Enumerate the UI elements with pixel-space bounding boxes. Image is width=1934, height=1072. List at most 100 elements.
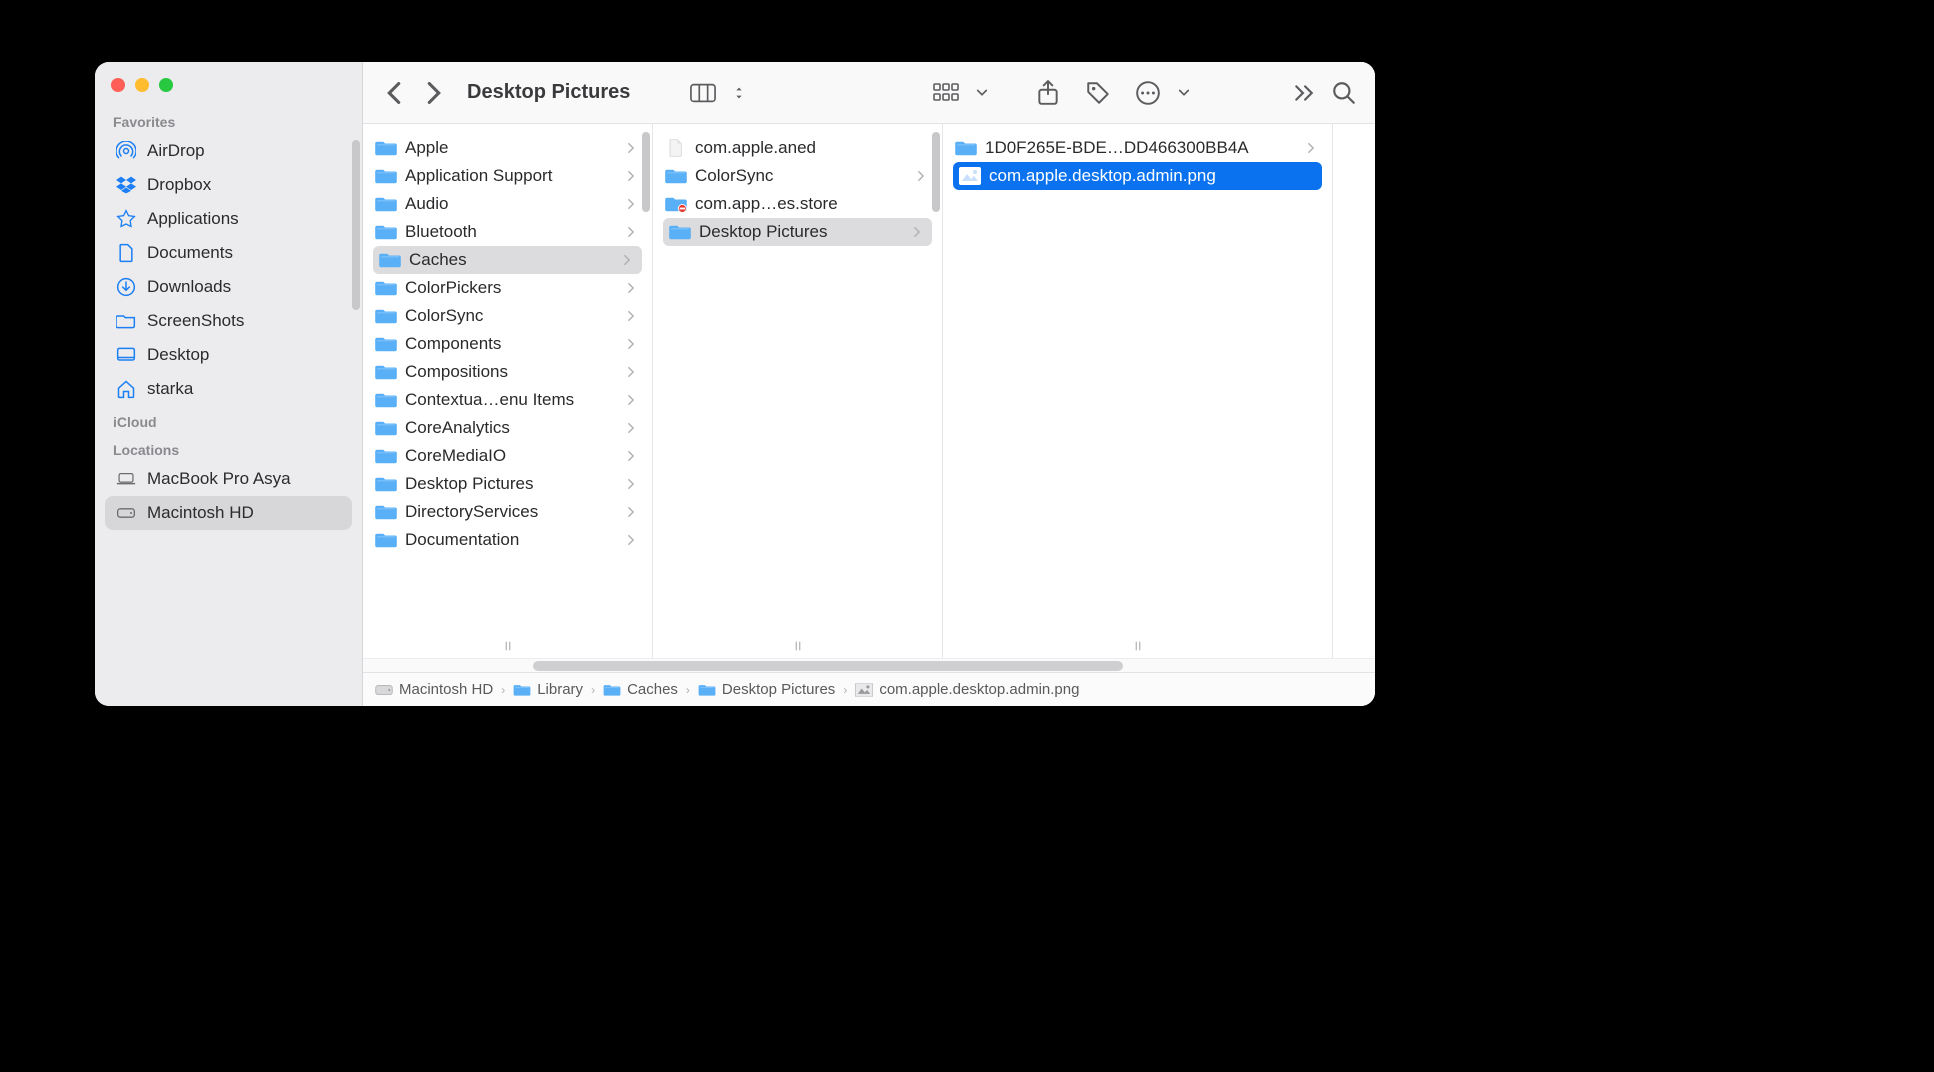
breadcrumb-separator: › bbox=[501, 683, 505, 697]
breadcrumb-item[interactable]: com.apple.desktop.admin.png bbox=[855, 681, 1079, 698]
close-window-button[interactable] bbox=[111, 78, 125, 92]
chevron-right-icon bbox=[626, 143, 640, 153]
folder-icon bbox=[669, 222, 691, 242]
column: com.apple.anedColorSynccom.app…es.storeD… bbox=[653, 124, 943, 658]
chevron-down-icon bbox=[965, 76, 999, 110]
more-actions-button[interactable] bbox=[1131, 76, 1201, 110]
file-row-label: 1D0F265E-BDE…DD466300BB4A bbox=[985, 138, 1298, 158]
sidebar-item-screenshots[interactable]: ScreenShots bbox=[105, 304, 352, 338]
sidebar-item-desktop[interactable]: Desktop bbox=[105, 338, 352, 372]
file-row-label: CoreMediaIO bbox=[405, 446, 618, 466]
file-row[interactable]: Audio bbox=[363, 190, 652, 218]
sidebar-item-starka[interactable]: starka bbox=[105, 372, 352, 406]
tags-button[interactable] bbox=[1081, 76, 1115, 110]
chevron-right-icon bbox=[626, 479, 640, 489]
search-button[interactable] bbox=[1327, 76, 1361, 110]
breadcrumb-item[interactable]: Caches bbox=[603, 681, 678, 698]
file-row-label: Caches bbox=[409, 250, 614, 270]
dropbox-icon bbox=[115, 174, 137, 196]
chevron-down-icon bbox=[1167, 76, 1201, 110]
file-row[interactable]: Bluetooth bbox=[363, 218, 652, 246]
folder-icon bbox=[375, 334, 397, 354]
breadcrumb-item[interactable]: Library bbox=[513, 681, 583, 698]
sidebar-item-macbook-pro-asya[interactable]: MacBook Pro Asya bbox=[105, 462, 352, 496]
sidebar-item-airdrop[interactable]: AirDrop bbox=[105, 134, 352, 168]
file-row[interactable]: Desktop Pictures bbox=[663, 218, 932, 246]
sidebar-item-label: Desktop bbox=[147, 345, 209, 365]
file-row[interactable]: 1D0F265E-BDE…DD466300BB4A bbox=[943, 134, 1332, 162]
breadcrumb-label: Desktop Pictures bbox=[722, 681, 835, 698]
folder-icon bbox=[375, 194, 397, 214]
column-resize-handle[interactable] bbox=[943, 640, 1332, 654]
file-row[interactable]: Contextua…enu Items bbox=[363, 386, 652, 414]
minimize-window-button[interactable] bbox=[135, 78, 149, 92]
file-row[interactable]: ColorSync bbox=[363, 302, 652, 330]
downloads-icon bbox=[115, 276, 137, 298]
folder-icon bbox=[375, 530, 397, 550]
chevron-right-icon bbox=[626, 423, 640, 433]
file-row[interactable]: Caches bbox=[373, 246, 642, 274]
file-row[interactable]: Desktop Pictures bbox=[363, 470, 652, 498]
column: 1D0F265E-BDE…DD466300BB4A com.apple.deskt… bbox=[943, 124, 1333, 658]
documents-icon bbox=[115, 242, 137, 264]
file-row[interactable]: Apple bbox=[363, 134, 652, 162]
folder-icon bbox=[698, 682, 716, 698]
sidebar-item-dropbox[interactable]: Dropbox bbox=[105, 168, 352, 202]
breadcrumb-separator: › bbox=[591, 683, 595, 697]
file-row-label: ColorPickers bbox=[405, 278, 618, 298]
sidebar-item-macintosh-hd[interactable]: Macintosh HD bbox=[105, 496, 352, 530]
file-row[interactable]: ColorSync bbox=[653, 162, 942, 190]
file-row[interactable]: Application Support bbox=[363, 162, 652, 190]
chevron-right-icon bbox=[626, 199, 640, 209]
back-button[interactable] bbox=[377, 76, 411, 110]
sidebar-item-applications[interactable]: Applications bbox=[105, 202, 352, 236]
folder-icon bbox=[375, 418, 397, 438]
column-scrollbar[interactable] bbox=[642, 132, 650, 212]
file-row[interactable]: CoreMediaIO bbox=[363, 442, 652, 470]
overflow-button[interactable] bbox=[1287, 76, 1321, 110]
laptop-icon bbox=[115, 468, 137, 490]
file-row[interactable]: DirectoryServices bbox=[363, 498, 652, 526]
path-bar: Macintosh HD›Library›Caches›Desktop Pict… bbox=[363, 672, 1375, 706]
file-row[interactable]: ColorPickers bbox=[363, 274, 652, 302]
column-scrollbar[interactable] bbox=[932, 132, 940, 212]
file-row[interactable]: Components bbox=[363, 330, 652, 358]
applications-icon bbox=[115, 208, 137, 230]
view-mode-button[interactable] bbox=[686, 76, 756, 110]
folder-icon bbox=[603, 682, 621, 698]
breadcrumb-item[interactable]: Desktop Pictures bbox=[698, 681, 835, 698]
column: AppleApplication SupportAudioBluetooth Ca… bbox=[363, 124, 653, 658]
horizontal-scrollbar[interactable] bbox=[363, 658, 1375, 672]
chevron-right-icon bbox=[626, 507, 640, 517]
sidebar-item-label: AirDrop bbox=[147, 141, 205, 161]
chevron-right-icon bbox=[626, 367, 640, 377]
folder-icon bbox=[375, 306, 397, 326]
file-row-label: Documentation bbox=[405, 530, 618, 550]
file-row[interactable]: com.apple.aned bbox=[653, 134, 942, 162]
sidebar-item-documents[interactable]: Documents bbox=[105, 236, 352, 270]
folder-icon bbox=[379, 250, 401, 270]
column-resize-handle[interactable] bbox=[363, 640, 652, 654]
share-button[interactable] bbox=[1031, 76, 1065, 110]
breadcrumb-item[interactable]: Macintosh HD bbox=[375, 681, 493, 698]
folder-icon bbox=[375, 138, 397, 158]
file-row[interactable]: com.app…es.store bbox=[653, 190, 942, 218]
sidebar-scrollbar[interactable] bbox=[352, 140, 360, 310]
image-icon bbox=[855, 682, 873, 698]
columns-view-icon bbox=[686, 76, 720, 110]
sidebar-item-downloads[interactable]: Downloads bbox=[105, 270, 352, 304]
file-row-label: DirectoryServices bbox=[405, 502, 618, 522]
forward-button[interactable] bbox=[417, 76, 451, 110]
file-row-label: Components bbox=[405, 334, 618, 354]
file-row[interactable]: Documentation bbox=[363, 526, 652, 554]
chevron-right-icon bbox=[622, 255, 636, 265]
chevron-right-icon bbox=[626, 171, 640, 181]
group-by-button[interactable] bbox=[929, 76, 999, 110]
sidebar-section-label: iCloud bbox=[105, 406, 352, 434]
column-resize-handle[interactable] bbox=[653, 640, 942, 654]
zoom-window-button[interactable] bbox=[159, 78, 173, 92]
sidebar-item-label: Applications bbox=[147, 209, 239, 229]
file-row[interactable]: CoreAnalytics bbox=[363, 414, 652, 442]
file-row[interactable]: com.apple.desktop.admin.png bbox=[953, 162, 1322, 190]
file-row[interactable]: Compositions bbox=[363, 358, 652, 386]
